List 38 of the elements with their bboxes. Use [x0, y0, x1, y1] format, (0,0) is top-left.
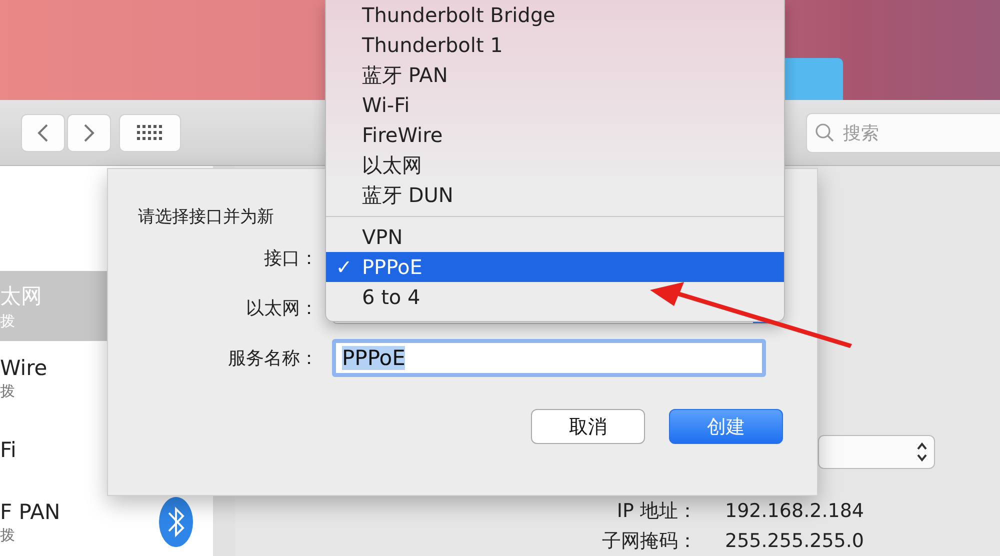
chevron-right-icon [83, 122, 95, 142]
search-icon [815, 122, 835, 142]
service-status: 拨 [0, 312, 16, 330]
chevron-left-icon [37, 122, 49, 142]
cancel-button[interactable]: 取消 [531, 409, 645, 444]
service-name: 太网 [0, 282, 42, 310]
service-name: Wire [0, 356, 48, 380]
menu-item[interactable]: 以太网 [326, 150, 784, 180]
create-button[interactable]: 创建 [669, 409, 783, 444]
interface-label: 接口： [263, 247, 318, 270]
service-status: 拨 [0, 526, 16, 544]
stepper-icon [916, 441, 928, 463]
ethernet-label: 以太网： [245, 297, 318, 320]
detail-value: 255.255.255.0 [725, 530, 864, 552]
service-name: Fi [0, 438, 16, 462]
popup-button[interactable] [818, 435, 935, 469]
show-all-button[interactable] [119, 114, 181, 152]
menu-item[interactable]: 蓝牙 PAN [326, 60, 784, 90]
bluetooth-icon [159, 497, 193, 547]
menu-item[interactable]: 蓝牙 DUN [326, 180, 784, 210]
menu-item[interactable]: Wi-Fi [326, 90, 784, 120]
service-status: 拨 [0, 382, 16, 400]
back-button[interactable] [21, 114, 65, 152]
menu-item[interactable]: 6 to 4 [326, 282, 784, 312]
service-name: F PAN [0, 500, 60, 524]
detail-label: IP 地址： [616, 500, 697, 522]
menu-item[interactable]: ✓ PPPoE [326, 252, 784, 282]
forward-button[interactable] [67, 114, 111, 152]
dialog-prompt: 请选择接口并为新 [138, 206, 275, 229]
menu-item[interactable]: Thunderbolt 1 [326, 30, 784, 60]
service-name-label: 服务名称： [227, 347, 318, 370]
menu-item[interactable]: Thunderbolt Bridge [326, 0, 784, 30]
grid-icon [137, 124, 163, 140]
detail-value: 192.168.2.184 [725, 500, 864, 522]
menu-item[interactable]: FireWire [326, 120, 784, 150]
service-name-field[interactable]: PPPoE [332, 339, 766, 377]
menu-item[interactable]: VPN [326, 222, 784, 252]
detail-label: 子网掩码： [601, 530, 697, 552]
